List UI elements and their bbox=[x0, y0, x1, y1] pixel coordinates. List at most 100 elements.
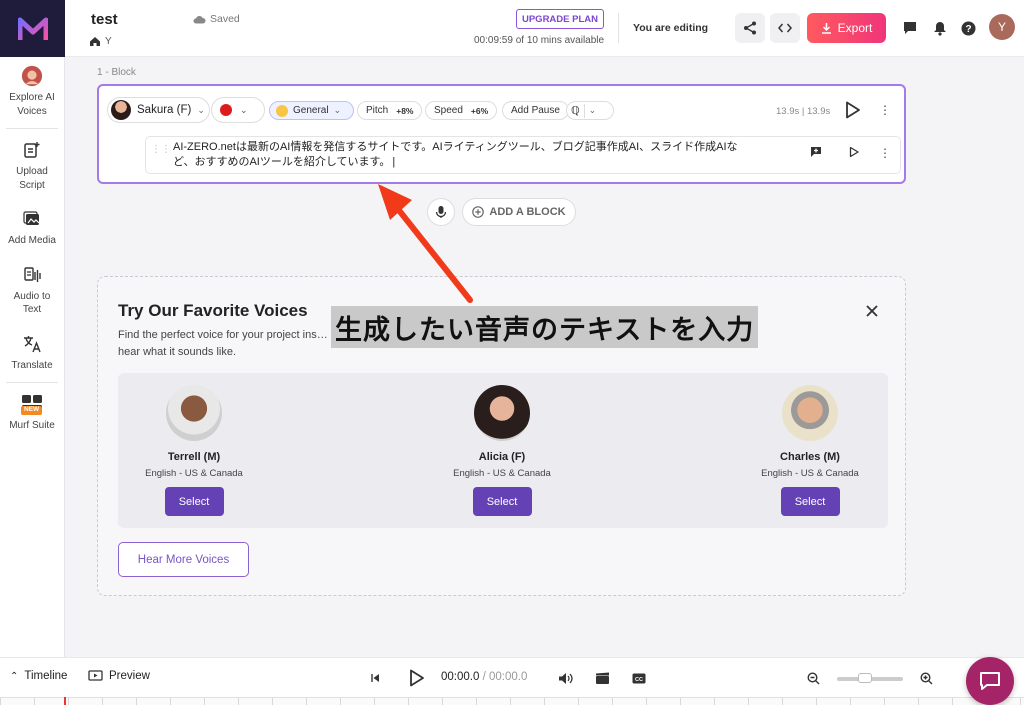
speed-control[interactable]: Speed +6% bbox=[425, 101, 498, 120]
clapperboard-icon[interactable] bbox=[593, 669, 611, 687]
bell-icon[interactable] bbox=[931, 19, 949, 37]
saved-label: Saved bbox=[210, 13, 240, 25]
zoom-out-icon[interactable] bbox=[804, 669, 822, 687]
hear-more-voices-button[interactable]: Hear More Voices bbox=[118, 542, 249, 577]
voice-name: Terrell (M) bbox=[167, 451, 221, 463]
chevron-down-icon: ⌄ bbox=[333, 105, 342, 115]
text-block[interactable]: Sakura (F) ⌄ ⌄ General ⌄ Pitch +8% Speed… bbox=[97, 84, 906, 184]
comment-add-icon[interactable] bbox=[810, 146, 822, 158]
play-block-icon[interactable] bbox=[842, 100, 862, 120]
sidebar-item-explore-voices[interactable]: Explore AI Voices bbox=[4, 57, 60, 126]
chevron-down-icon: ⌄ bbox=[588, 105, 597, 115]
preview-button[interactable]: Preview bbox=[88, 670, 150, 682]
voice-card: Terrell (M) English - US & Canada Select bbox=[119, 385, 269, 516]
play-paragraph-icon[interactable] bbox=[848, 146, 860, 158]
cloud-icon bbox=[193, 15, 206, 23]
sidebar-item-label: Translate bbox=[11, 359, 53, 371]
embed-code-button[interactable] bbox=[770, 13, 800, 43]
voice-language: English - US & Canada bbox=[761, 468, 859, 479]
captions-icon[interactable]: CC bbox=[630, 669, 648, 687]
emphasis-control[interactable]: ℚ ⌄ bbox=[566, 101, 614, 120]
select-voice-button[interactable]: Select bbox=[780, 487, 840, 516]
svg-text:?: ? bbox=[965, 24, 971, 35]
comment-icon[interactable] bbox=[901, 19, 919, 37]
preview-label: Preview bbox=[109, 670, 150, 682]
playback-bar: ⌃ Timeline Preview 00:00.0 / 00:00.0 CC bbox=[0, 657, 1024, 697]
voice-name: Charles (M) bbox=[780, 451, 840, 463]
zoom-slider-handle[interactable] bbox=[858, 673, 872, 683]
timeline-toggle[interactable]: ⌃ Timeline bbox=[10, 670, 67, 682]
top-header: test Y Saved UPGRADE PLAN 00:09:59 of 10… bbox=[65, 0, 1024, 57]
sidebar-item-label: Audio to Text bbox=[13, 290, 51, 316]
help-icon[interactable]: ? bbox=[959, 19, 977, 37]
pitch-value: +8% bbox=[396, 105, 414, 116]
pitch-control[interactable]: Pitch +8% bbox=[357, 101, 423, 120]
pitch-label: Pitch bbox=[366, 105, 389, 116]
download-icon bbox=[821, 23, 831, 34]
share-icon bbox=[744, 21, 756, 35]
breadcrumb[interactable]: Y bbox=[89, 36, 112, 47]
japan-flag-icon bbox=[220, 104, 232, 116]
media-icon bbox=[21, 208, 43, 230]
suite-icon: NEW bbox=[21, 393, 43, 415]
playhead[interactable] bbox=[64, 697, 66, 705]
sidebar-item-upload-script[interactable]: Upload Script bbox=[4, 131, 60, 200]
drag-handle-icon[interactable]: ⋮⋮ bbox=[151, 145, 171, 161]
sidebar-item-add-media[interactable]: Add Media bbox=[4, 200, 60, 256]
export-label: Export bbox=[837, 21, 873, 35]
language-selector[interactable]: ⌄ bbox=[211, 97, 265, 123]
zoom-in-icon[interactable] bbox=[917, 669, 935, 687]
left-sidebar: Explore AI Voices Upload Script Add Medi… bbox=[0, 0, 65, 657]
select-voice-button[interactable]: Select bbox=[164, 487, 224, 516]
close-icon[interactable] bbox=[864, 303, 880, 319]
upgrade-plan-button[interactable]: UPGRADE PLAN bbox=[516, 9, 604, 29]
project-title[interactable]: test bbox=[91, 11, 118, 28]
export-button[interactable]: Export bbox=[807, 13, 886, 43]
style-label: General bbox=[293, 105, 329, 116]
chevron-down-icon: ⌄ bbox=[240, 104, 248, 115]
save-status: Saved bbox=[193, 13, 240, 25]
volume-icon[interactable] bbox=[556, 669, 574, 687]
script-text[interactable]: AI-ZERO.netは最新のAI情報を発信するサイトです。AIライティングツー… bbox=[173, 140, 753, 170]
home-icon bbox=[90, 37, 100, 46]
sidebar-item-murf-suite[interactable]: NEW Murf Suite bbox=[4, 385, 60, 441]
chat-support-button[interactable] bbox=[966, 657, 1014, 705]
sidebar-item-audio-to-text[interactable]: Audio to Text bbox=[4, 256, 60, 325]
voice-name: Alicia (F) bbox=[478, 451, 526, 463]
play-icon[interactable] bbox=[405, 667, 427, 689]
select-voice-button[interactable]: Select bbox=[472, 487, 532, 516]
upload-script-icon bbox=[21, 139, 43, 161]
timeline-ruler[interactable] bbox=[0, 697, 1024, 705]
sidebar-item-label: Explore AI Voices bbox=[9, 92, 55, 117]
time-current: 00:00.0 bbox=[441, 671, 480, 683]
annotation-label: 生成したい音声のテキストを入力 bbox=[331, 306, 759, 348]
block-label: 1 - Block bbox=[97, 67, 136, 78]
divider bbox=[618, 13, 619, 43]
add-block-label: ADD A BLOCK bbox=[489, 206, 566, 218]
block-duration: 13.9s | 13.9s bbox=[776, 106, 831, 117]
murf-logo[interactable] bbox=[0, 0, 65, 57]
style-selector[interactable]: General ⌄ bbox=[269, 101, 354, 120]
emphasis-icon: ℚ bbox=[571, 105, 580, 117]
block-menu-icon[interactable]: ⋮ bbox=[879, 102, 891, 118]
share-button[interactable] bbox=[735, 13, 765, 43]
translate-icon bbox=[21, 333, 43, 355]
skip-back-icon[interactable] bbox=[366, 669, 384, 687]
voice-card: Charles (M) English - US & Canada Select bbox=[735, 385, 885, 516]
sidebar-item-translate[interactable]: Translate bbox=[4, 325, 60, 381]
paragraph-menu-icon[interactable]: ⋮ bbox=[879, 145, 891, 161]
breadcrumb-label: Y bbox=[105, 36, 112, 47]
annotation-arrow bbox=[378, 184, 473, 303]
user-avatar[interactable]: Y bbox=[989, 14, 1015, 40]
voice-card: Alicia (F) English - US & Canada Select bbox=[427, 385, 577, 516]
voice-name: Sakura (F) bbox=[137, 104, 192, 116]
audio-to-text-icon bbox=[21, 264, 43, 286]
chevron-up-icon: ⌃ bbox=[10, 670, 19, 682]
editing-status: You are editing bbox=[633, 22, 709, 34]
svg-text:CC: CC bbox=[635, 677, 643, 683]
voice-selector[interactable]: Sakura (F) ⌄ bbox=[107, 97, 210, 123]
emoji-icon bbox=[276, 104, 288, 117]
add-pause-button[interactable]: Add Pause bbox=[502, 101, 569, 120]
text-paragraph[interactable]: ⋮⋮ AI-ZERO.netは最新のAI情報を発信するサイトです。AIライティン… bbox=[145, 136, 901, 174]
favorite-voices-description: Find the perfect voice for your project … bbox=[118, 329, 328, 358]
